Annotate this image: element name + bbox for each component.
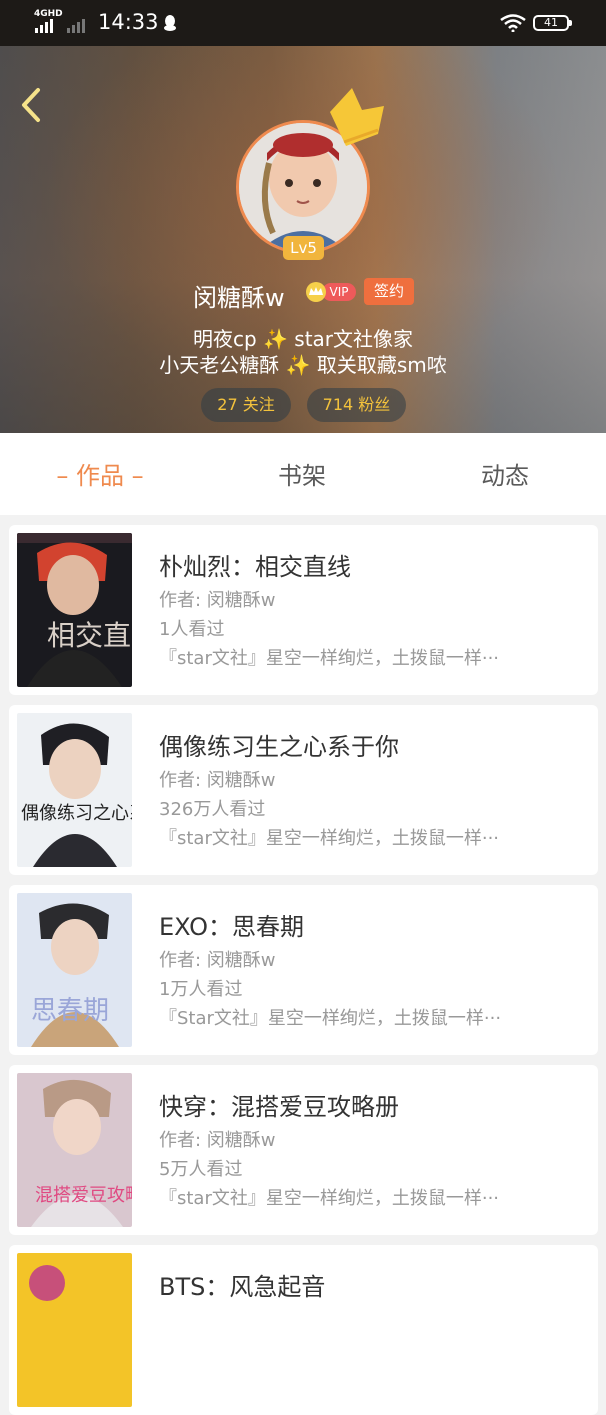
book-card[interactable]: 混搭爱豆攻略册 快穿：混搭爱豆攻略册 作者: 闵糖酥w 5万人看过 『star文… bbox=[9, 1065, 598, 1235]
book-author: 作者: 闵糖酥w bbox=[159, 950, 276, 971]
book-views: 326万人看过 bbox=[159, 799, 266, 820]
qq-icon bbox=[164, 15, 176, 31]
book-title: BTS：风急起音 bbox=[159, 1273, 326, 1301]
book-description: 『star文社』星空一样绚烂，土拨鼠一样··· bbox=[159, 1188, 500, 1209]
book-title: 朴灿烈：相交直线 bbox=[159, 553, 351, 581]
book-cover[interactable]: 混搭爱豆攻略册 bbox=[17, 1073, 132, 1227]
status-bar: 4GHD 14:33 41 bbox=[0, 0, 606, 46]
cover-title: 相交直线 bbox=[47, 619, 132, 652]
clock: 14:33 bbox=[98, 10, 159, 34]
tab-bookshelf[interactable]: 书架 bbox=[232, 433, 372, 515]
back-arrow-icon[interactable] bbox=[16, 84, 50, 126]
tab-feed[interactable]: 动态 bbox=[435, 433, 575, 515]
bio-line-2: 小天老公糖酥 ✨ 取关取藏sm哝 bbox=[159, 353, 447, 377]
book-title: EXO：思春期 bbox=[159, 913, 304, 941]
signal-icon bbox=[35, 19, 85, 33]
book-title: 快穿：混搭爱豆攻略册 bbox=[159, 1093, 399, 1121]
book-author: 作者: 闵糖酥w bbox=[159, 770, 276, 791]
bio-line-1: 明夜cp ✨ star文社像家 bbox=[192, 327, 414, 351]
crown-icon bbox=[330, 88, 384, 146]
following-count[interactable]: 27 关注 bbox=[201, 388, 291, 422]
tab-works[interactable]: – 作品 – bbox=[30, 433, 170, 515]
cover-title: 偶像练习之心系于你 bbox=[21, 803, 132, 824]
book-description: 『Star文社』星空一样绚烂，土拨鼠一样··· bbox=[159, 1008, 502, 1029]
signed-badge: 签约 bbox=[364, 278, 414, 305]
book-views: 5万人看过 bbox=[159, 1159, 243, 1180]
tab-bar: – 作品 – 书架 动态 bbox=[0, 433, 606, 515]
book-cover[interactable]: 偶像练习之心系于你 bbox=[17, 713, 132, 867]
book-author: 作者: 闵糖酥w bbox=[159, 1130, 276, 1151]
book-description: 『star文社』星空一样绚烂，土拨鼠一样··· bbox=[159, 828, 500, 849]
book-card[interactable]: 偶像练习之心系于你 偶像练习生之心系于你 作者: 闵糖酥w 326万人看过 『s… bbox=[9, 705, 598, 875]
level-badge: Lv5 bbox=[283, 236, 324, 260]
wifi-icon bbox=[500, 14, 526, 32]
book-author: 作者: 闵糖酥w bbox=[159, 590, 276, 611]
book-cover[interactable]: 思春期 bbox=[17, 893, 132, 1047]
book-views: 1人看过 bbox=[159, 619, 225, 640]
book-description: 『star文社』星空一样绚烂，土拨鼠一样··· bbox=[159, 648, 500, 669]
vip-badge[interactable]: VIP bbox=[304, 281, 356, 303]
battery-icon: 41 bbox=[533, 15, 572, 31]
book-views: 1万人看过 bbox=[159, 979, 243, 1000]
book-card[interactable]: 思春期 EXO：思春期 作者: 闵糖酥w 1万人看过 『Star文社』星空一样绚… bbox=[9, 885, 598, 1055]
book-card[interactable]: 相交直线 朴灿烈：相交直线 作者: 闵糖酥w 1人看过 『star文社』星空一样… bbox=[9, 525, 598, 695]
profile-header: Lv5 闵糖酥w VIP 签约 明夜cp ✨ star文社像家 小天老公糖酥 ✨… bbox=[0, 46, 606, 433]
vip-crown-icon bbox=[306, 282, 326, 302]
book-title: 偶像练习生之心系于你 bbox=[159, 733, 399, 761]
cover-title: 混搭爱豆攻略册 bbox=[35, 1185, 132, 1206]
book-cover[interactable] bbox=[17, 1253, 132, 1407]
book-card[interactable]: BTS：风急起音 bbox=[9, 1245, 598, 1415]
cover-title: 思春期 bbox=[31, 996, 109, 1026]
username: 闵糖酥w bbox=[193, 284, 285, 312]
book-cover[interactable]: 相交直线 bbox=[17, 533, 132, 687]
fans-count[interactable]: 714 粉丝 bbox=[307, 388, 406, 422]
